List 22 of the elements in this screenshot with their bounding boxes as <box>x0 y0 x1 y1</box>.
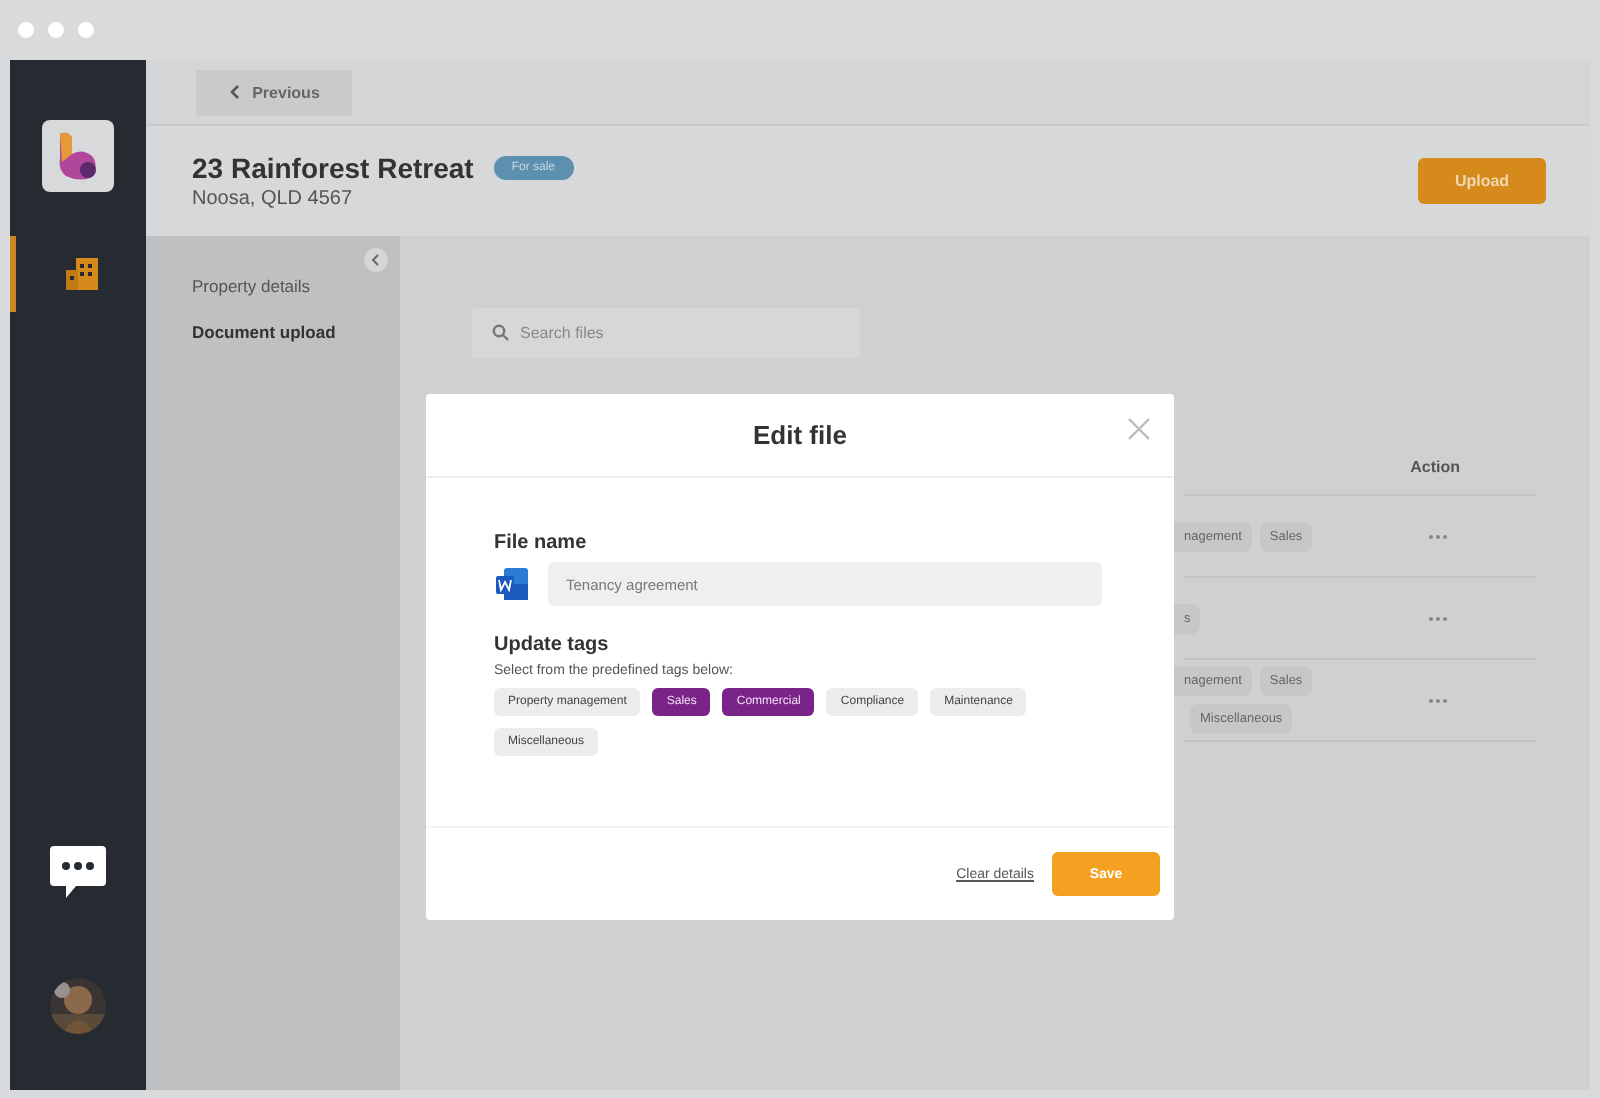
chevron-left-icon <box>228 84 241 100</box>
property-title: 23 Rainforest Retreat <box>192 152 474 184</box>
logo-icon <box>42 120 114 192</box>
more-icon[interactable] <box>1428 697 1448 703</box>
window-dots-icon <box>16 20 100 40</box>
field-label: File name <box>494 532 589 554</box>
section-label: Update tags <box>494 634 611 656</box>
collapse-icon[interactable] <box>364 248 388 272</box>
dialog-title: Edit file <box>753 420 847 450</box>
search-icon <box>492 324 510 342</box>
search-field[interactable]: Search files <box>472 308 860 358</box>
building-icon <box>63 256 99 292</box>
property-address: Noosa, QLD 4567 <box>192 188 355 210</box>
chat-icon[interactable] <box>48 842 108 902</box>
more-icon[interactable] <box>1428 533 1448 539</box>
word-document-icon <box>494 566 530 602</box>
close-icon[interactable] <box>1128 418 1150 440</box>
menu-item[interactable]: Property details <box>192 276 400 296</box>
previous-button[interactable]: Previous <box>196 69 352 115</box>
column-header: Action <box>1410 458 1460 480</box>
menu-item[interactable]: Document upload <box>192 322 400 342</box>
more-icon[interactable] <box>1428 615 1448 621</box>
